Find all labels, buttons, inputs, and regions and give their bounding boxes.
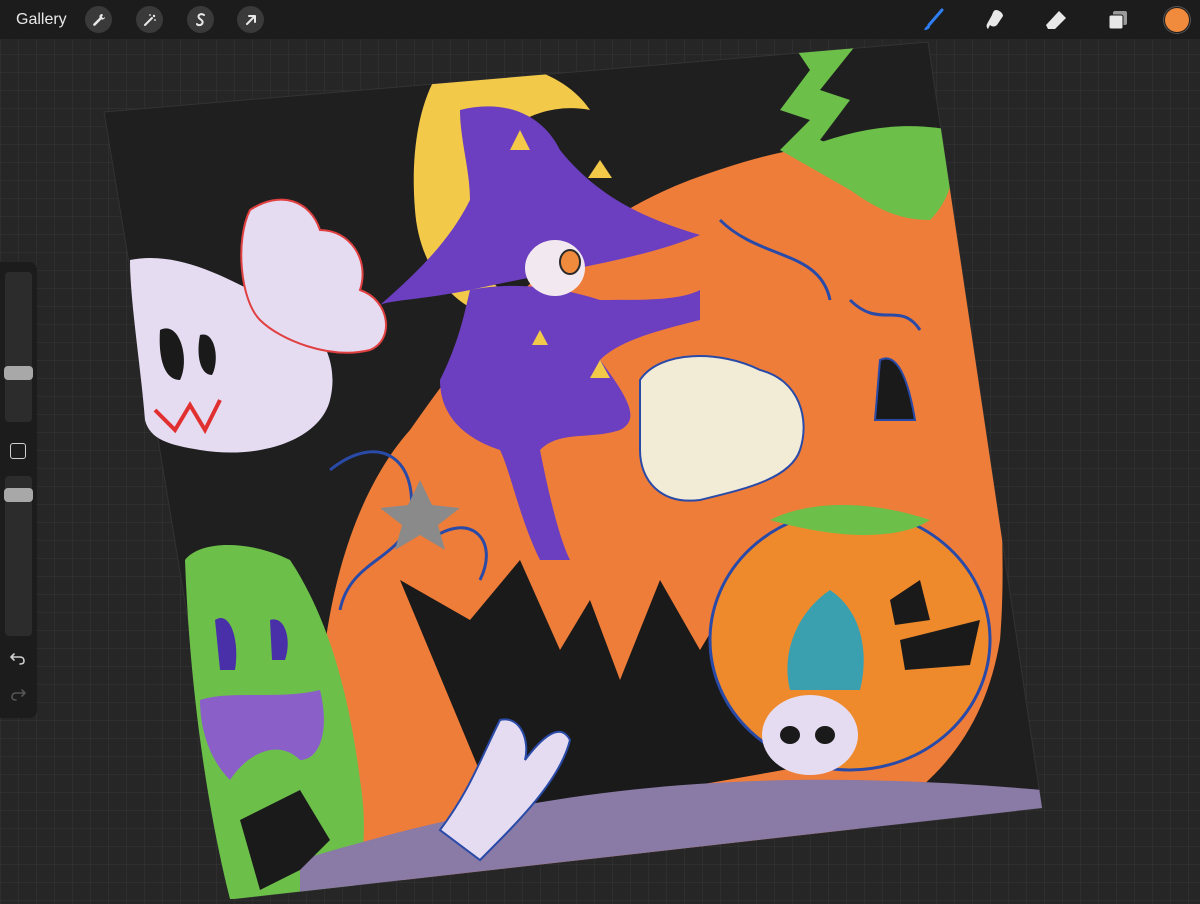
wrench-icon — [92, 13, 105, 26]
eraser-button[interactable] — [1041, 5, 1071, 35]
skull-eye-1 — [780, 726, 800, 744]
top-toolbar: Gallery — [0, 0, 1200, 39]
undo-icon — [10, 653, 25, 665]
transform-button[interactable] — [237, 6, 264, 33]
gallery-button[interactable]: Gallery — [16, 10, 67, 29]
brush-button[interactable] — [918, 5, 948, 35]
actions-button[interactable] — [85, 6, 112, 33]
color-picker-button[interactable] — [1164, 7, 1190, 33]
skull-eye-2 — [815, 726, 835, 744]
brush-size-thumb[interactable] — [4, 366, 33, 380]
redo-icon — [11, 689, 26, 701]
adjustments-button[interactable] — [136, 6, 163, 33]
brush-icon — [924, 8, 944, 30]
opacity-thumb[interactable] — [4, 488, 33, 502]
artwork[interactable] — [0, 0, 1200, 900]
magic-wand-icon — [143, 13, 156, 26]
layers-button[interactable] — [1103, 5, 1133, 35]
smudge-button[interactable] — [980, 5, 1010, 35]
selection-icon — [195, 12, 205, 26]
selection-button[interactable] — [187, 6, 214, 33]
layers-icon — [1108, 11, 1127, 30]
redo-button[interactable] — [8, 684, 28, 704]
skull — [762, 695, 858, 775]
brush-size-slider[interactable] — [4, 272, 33, 422]
modify-square-icon[interactable] — [10, 443, 26, 459]
smudge-icon — [986, 10, 1003, 29]
undo-button[interactable] — [8, 648, 28, 668]
canvas[interactable] — [0, 0, 1200, 900]
opacity-slider[interactable] — [4, 476, 33, 636]
witch-eye — [559, 249, 581, 275]
left-sidebar — [0, 262, 37, 718]
transform-arrow-icon — [245, 14, 256, 25]
eraser-icon — [1046, 11, 1066, 29]
